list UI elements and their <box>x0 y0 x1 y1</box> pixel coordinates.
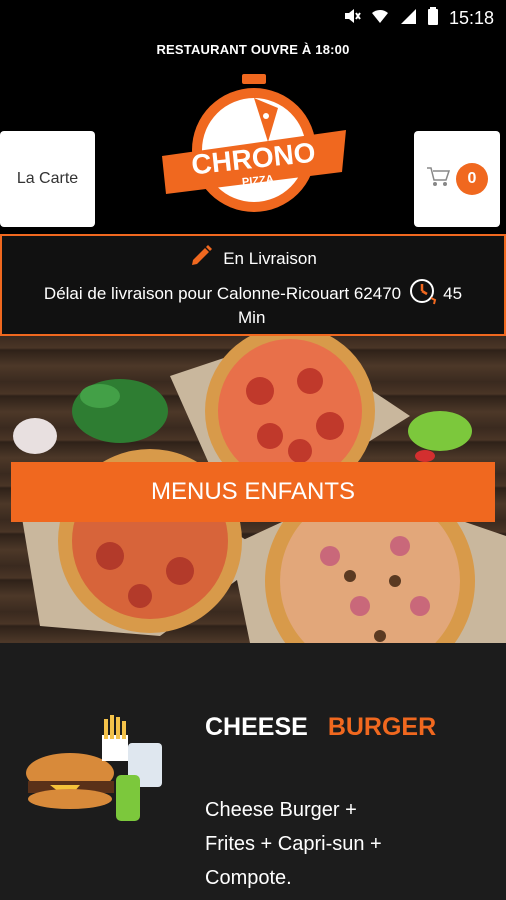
menu-button[interactable]: La Carte <box>0 131 95 227</box>
product-title-part2: BURGER <box>327 713 437 741</box>
status-time: 15:18 <box>448 8 494 28</box>
clock-icon <box>407 276 437 311</box>
opening-hours-banner: RESTAURANT OUVRE À 18:00 <box>156 42 350 57</box>
category-title-button[interactable]: MENUS ENFANTS <box>11 462 495 522</box>
wifi-icon <box>371 7 389 30</box>
delivery-delay-value: 45 <box>443 283 463 303</box>
cart-icon <box>426 166 451 193</box>
menu-button-label: La Carte <box>16 170 79 187</box>
delivery-delay-unit: Min <box>238 308 266 327</box>
signal-icon <box>399 7 417 30</box>
delivery-info-panel[interactable]: En Livraison Délai de livraison pour Cal… <box>0 234 506 336</box>
battery-icon <box>427 7 439 30</box>
category-hero-image: MENUS ENFANTS <box>0 336 506 643</box>
product-description: Cheese Burger + Frites + Capri-sun + Com… <box>205 799 382 889</box>
status-icons: 15:18 <box>343 7 494 30</box>
product-image <box>20 715 170 825</box>
delivery-delay-text: Délai de livraison pour Calonne-Ricouart… <box>43 283 402 303</box>
cart-button[interactable]: 0 <box>414 131 500 227</box>
cart-count-badge: 0 <box>456 163 488 195</box>
delivery-mode: En Livraison <box>223 248 317 268</box>
mute-icon <box>343 7 361 30</box>
product-title-part1: CHEESE <box>205 713 308 741</box>
status-bar: 15:18 <box>0 0 506 36</box>
product-card[interactable]: CHEESE BURGER Cheese Burger + Frites + Ca… <box>0 643 506 900</box>
restaurant-logo: CHRONO PIZZA <box>158 72 350 220</box>
pencil-icon[interactable] <box>189 244 213 273</box>
product-title: CHEESE BURGER <box>205 713 436 742</box>
